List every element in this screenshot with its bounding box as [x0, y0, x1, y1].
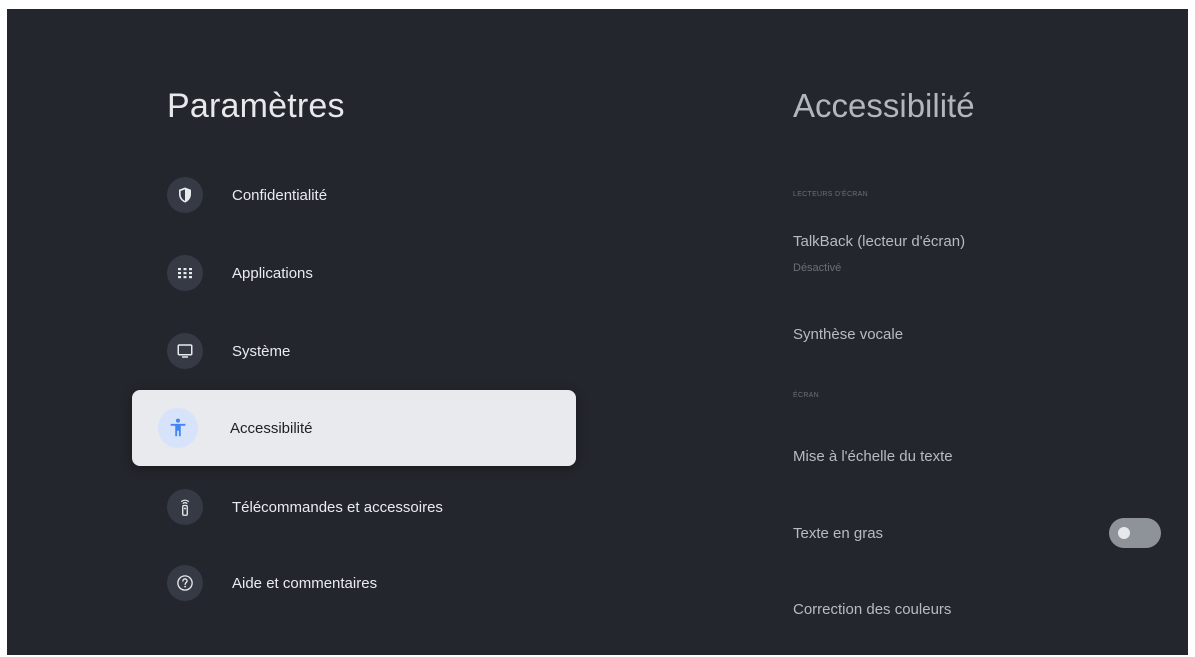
help-icon [167, 565, 203, 601]
menu-item-privacy[interactable]: Confidentialité [167, 175, 327, 215]
pref-text-scaling[interactable]: Mise à l'échelle du texte [793, 448, 953, 465]
menu-item-system[interactable]: Système [167, 331, 290, 371]
pref-text-scaling-label: Mise à l'échelle du texte [793, 448, 953, 465]
menu-item-accessibility[interactable]: Accessibilité [132, 390, 576, 466]
pref-text-to-speech[interactable]: Synthèse vocale [793, 326, 903, 343]
section-header-screen: ÉCRAN [793, 392, 820, 399]
pref-talkback-label: TalkBack (lecteur d'écran) [793, 233, 966, 250]
menu-item-label: Télécommandes et accessoires [232, 498, 443, 516]
remote-icon [167, 489, 203, 525]
pref-text-to-speech-label: Synthèse vocale [793, 326, 904, 343]
monitor-icon [167, 333, 203, 369]
menu-item-label: Accessibilité [230, 419, 313, 437]
menu-item-applications[interactable]: Applications [167, 253, 313, 293]
menu-item-label: Aide et commentaires [232, 574, 378, 592]
pref-bold-text[interactable]: Texte en gras [793, 525, 883, 542]
menu-item-label: Confidentialité [232, 186, 328, 204]
pref-talkback[interactable]: TalkBack (lecteur d'écran) [793, 233, 965, 250]
bold-text-toggle[interactable] [1109, 518, 1161, 548]
menu-item-remotes[interactable]: Télécommandes et accessoires [167, 487, 443, 527]
pref-color-correction[interactable]: Correction des couleurs [793, 601, 951, 618]
menu-item-help[interactable]: Aide et commentaires [167, 563, 377, 603]
detail-title: Accessibilité [793, 87, 975, 124]
pref-talkback-status: Désactivé [793, 262, 842, 274]
accessibility-icon [158, 408, 198, 448]
apps-grid-icon [167, 255, 203, 291]
pref-color-correction-label: Correction des couleurs [793, 601, 952, 618]
toggle-knob [1118, 527, 1130, 539]
menu-item-label: Système [232, 342, 291, 360]
section-header-screen-readers: LECTEURS D'ÉCRAN [793, 191, 868, 198]
menu-item-label: Applications [232, 264, 313, 282]
pref-bold-text-label: Texte en gras [793, 525, 884, 542]
settings-title: Paramètres [167, 87, 345, 125]
shield-icon [167, 177, 203, 213]
tv-settings-screen: Paramètres Confidentialité Applications [7, 9, 1188, 655]
